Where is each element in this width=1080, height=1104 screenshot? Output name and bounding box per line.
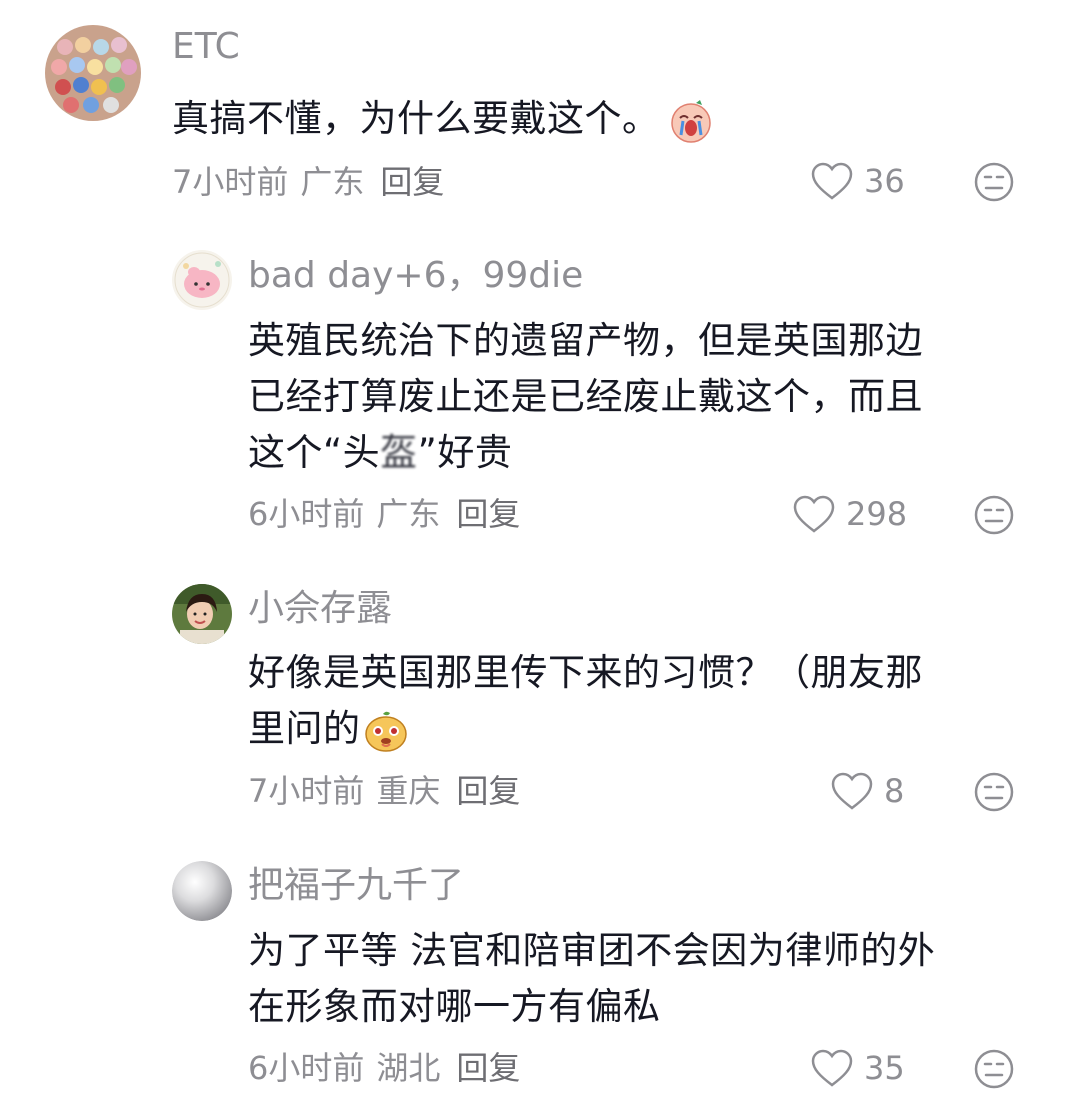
comment-meta: 7小时前 重庆 回复 (248, 771, 532, 811)
avatar-image (172, 250, 232, 310)
comment-location: 广东 (300, 163, 365, 201)
meh-face-icon (974, 162, 1014, 202)
meh-face-icon (974, 1049, 1014, 1089)
comment-meta: 6小时前 湖北 回复 (248, 1048, 532, 1088)
blurred-text: 盔 (380, 431, 418, 474)
like-count: 36 (864, 162, 905, 200)
comment-text: 真搞不懂，为什么要戴这个。 (172, 91, 942, 147)
comment-username[interactable]: 小佘存露 (248, 587, 392, 631)
like-count: 35 (864, 1049, 905, 1087)
comment-time: 7小时前 (248, 772, 365, 810)
comment-text-line: 真搞不懂，为什么要戴这个。 (172, 97, 660, 140)
heart-outline-icon (793, 495, 835, 533)
heart-outline-icon (811, 162, 853, 200)
comment-text-line: 里问的 (248, 707, 361, 750)
comment-time: 6小时前 (248, 495, 365, 533)
comment-time: 7小时前 (172, 163, 289, 201)
comment-text-fragment: ”好贵 (417, 431, 513, 474)
avatar-image (172, 584, 232, 644)
comment-text-fragment: 这个“头 (248, 431, 381, 474)
comment-text: 为了平等 法官和陪审团不会因为律师的外 在形象而对哪一方有偏私 (248, 923, 1018, 1035)
comment-username[interactable]: bad day+6，99die (248, 254, 583, 298)
avatar[interactable] (172, 861, 232, 921)
like-button[interactable]: 35 (810, 1048, 905, 1088)
heart-outline-icon (831, 772, 873, 810)
dislike-button[interactable] (973, 1048, 1015, 1090)
dislike-button[interactable] (973, 161, 1015, 203)
comment-text-line: 在形象而对哪一方有偏私 (248, 985, 661, 1028)
like-button[interactable]: 8 (830, 771, 904, 811)
dislike-button[interactable] (973, 494, 1015, 536)
meh-face-icon (974, 772, 1014, 812)
reply-button[interactable]: 回复 (456, 772, 520, 810)
heart-outline-icon (811, 1049, 853, 1087)
comment-text-line: 为了平等 法官和陪审团不会因为律师的外 (248, 929, 936, 972)
comment-text-line: 好像是英国那里传下来的习惯？（朋友那 (248, 651, 923, 694)
reply-button[interactable]: 回复 (456, 1049, 520, 1087)
comment-location: 湖北 (376, 1049, 441, 1087)
avatar[interactable] (172, 584, 232, 644)
like-button[interactable]: 298 (792, 494, 907, 534)
comment-text: 英殖民统治下的遗留产物，但是英国那边 已经打算废止还是已经废止戴这个，而且 这个… (248, 313, 1018, 481)
avatar-image (45, 25, 141, 121)
like-count: 298 (846, 495, 908, 533)
comment-username[interactable]: 把福子九千了 (248, 864, 464, 908)
reply-button[interactable]: 回复 (456, 495, 520, 533)
comment-location: 广东 (376, 495, 441, 533)
comment-meta: 6小时前 广东 回复 (248, 494, 532, 534)
comment-text-line: 英殖民统治下的遗留产物，但是英国那边 (248, 319, 923, 362)
comment-username[interactable]: ETC (172, 25, 240, 69)
like-button[interactable]: 36 (810, 161, 905, 201)
comment-text-line: 已经打算废止还是已经废止戴这个，而且 (248, 375, 923, 418)
comment-meta: 7小时前 广东 回复 (172, 162, 456, 202)
meh-face-icon (974, 495, 1014, 535)
comment-time: 6小时前 (248, 1049, 365, 1087)
avatar[interactable] (172, 250, 232, 310)
cute-face-emoji-icon (363, 708, 409, 754)
comment-text: 好像是英国那里传下来的习惯？（朋友那 里问的 (248, 645, 1018, 757)
like-count: 8 (884, 772, 905, 810)
avatar[interactable] (45, 25, 141, 121)
dislike-button[interactable] (973, 771, 1015, 813)
avatar-image (172, 861, 232, 921)
crying-face-emoji-icon (668, 98, 714, 144)
reply-button[interactable]: 回复 (380, 163, 444, 201)
comment-location: 重庆 (376, 772, 441, 810)
